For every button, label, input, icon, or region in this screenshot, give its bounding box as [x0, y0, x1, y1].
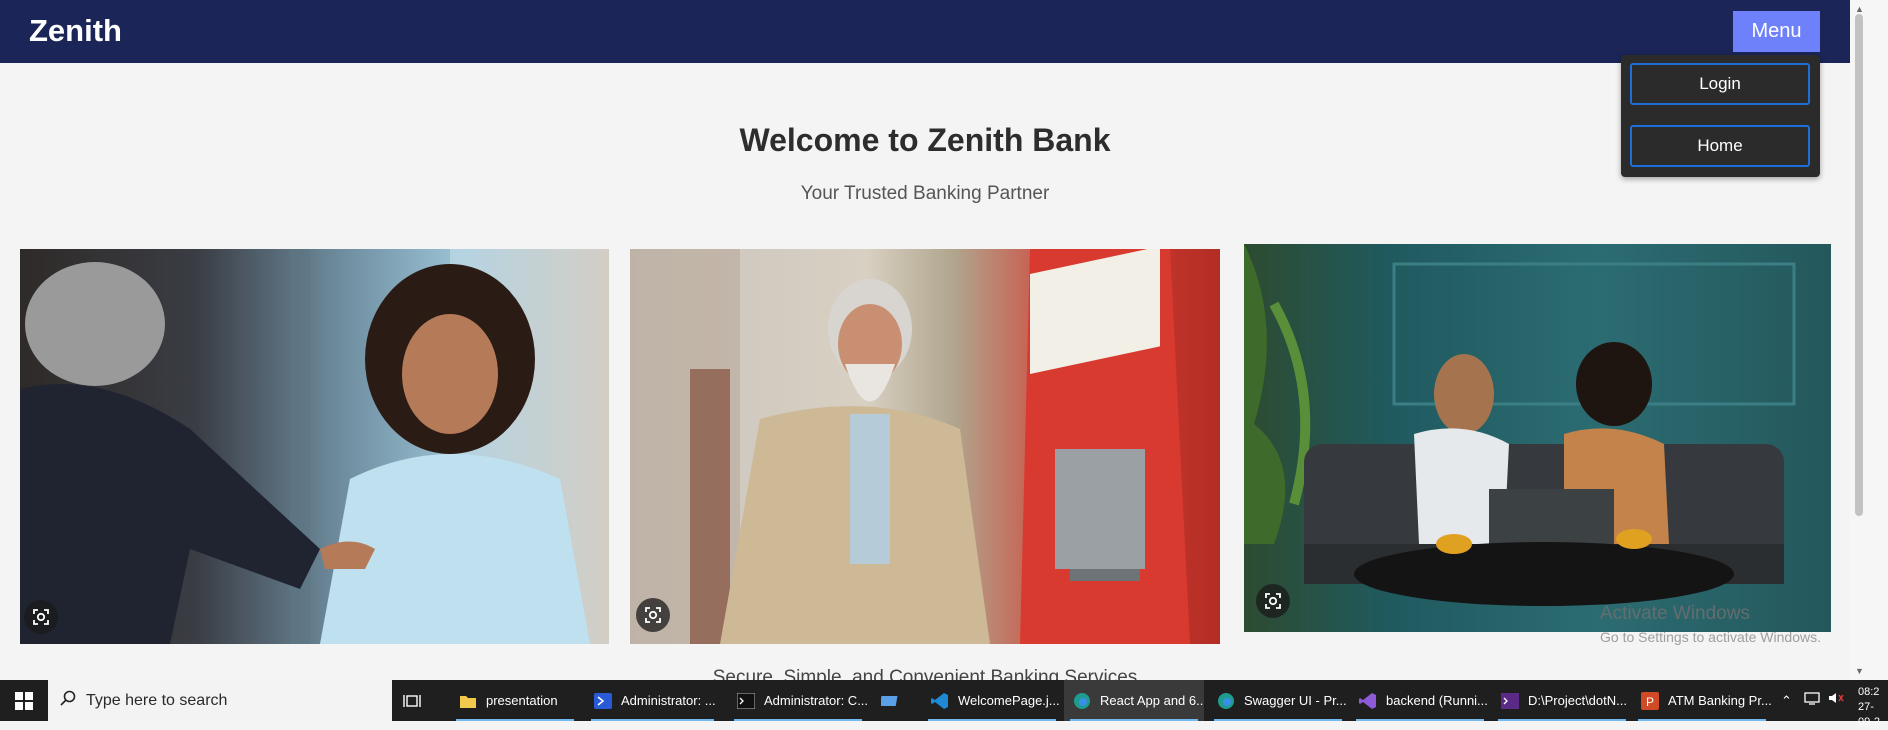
terminal-icon [1500, 691, 1520, 711]
cmd-icon [736, 691, 756, 711]
app-window-icon[interactable] [880, 680, 910, 721]
powershell-icon [593, 691, 613, 711]
search-placeholder: Type here to search [86, 691, 228, 709]
windows-taskbar: Type here to search presentation Adminis… [0, 680, 1888, 728]
page-title: Welcome to Zenith Bank [739, 122, 1111, 158]
visual-studio-icon [1358, 691, 1378, 711]
network-icon[interactable] [1804, 691, 1820, 710]
photo-atm-illustration [630, 249, 1190, 644]
taskbar-item-react-app[interactable]: React App and 6... [1064, 680, 1204, 721]
visual-search-icon[interactable] [24, 600, 58, 634]
taskbar-clock[interactable]: 08:2 27-09-2 [1858, 685, 1888, 730]
services-heading: Secure, Simple, and Convenient Banking S… [712, 667, 1138, 680]
folder-icon [458, 691, 478, 711]
task-view-icon[interactable] [402, 680, 432, 721]
taskbar-item-powershell[interactable]: Administrator: ... [585, 680, 720, 721]
visual-search-icon[interactable] [1256, 584, 1290, 618]
vscode-icon [930, 691, 950, 711]
edge-icon [1216, 691, 1236, 711]
page-tagline: Your Trusted Banking Partner [800, 183, 1050, 204]
scroll-down-arrow-icon[interactable]: ▼ [1855, 666, 1867, 676]
menu-button[interactable]: Menu [1733, 11, 1820, 52]
taskbar-item-powerpoint[interactable]: P ATM Banking Pr... [1632, 680, 1772, 721]
taskbar-item-terminal[interactable]: D:\Project\dotN... [1492, 680, 1632, 721]
taskbar-item-vscode[interactable]: WelcomePage.j... [922, 680, 1062, 721]
browser-viewport: Zenith Menu Login Home Welcome to Zenith… [0, 0, 1850, 680]
clock-time: 08:2 [1858, 686, 1880, 698]
edge-icon [1072, 691, 1092, 711]
taskbar-item-presentation[interactable]: presentation [450, 680, 580, 721]
brand-logo[interactable]: Zenith [29, 13, 122, 49]
taskbar-item-swagger[interactable]: Swagger UI - Pr... [1208, 680, 1348, 721]
photo-atm [630, 249, 1220, 644]
photo-handshake-illustration [20, 249, 609, 644]
volume-muted-icon[interactable] [1828, 691, 1844, 710]
photo-meeting-illustration [1244, 244, 1796, 606]
search-icon [60, 690, 76, 711]
photo-handshake [20, 249, 609, 644]
photo-meeting [1244, 244, 1831, 632]
clock-date: 27-09-2 [1858, 701, 1881, 728]
windows-start-icon[interactable] [0, 680, 48, 721]
scrollbar-thumb[interactable] [1855, 14, 1863, 516]
taskbar-item-cmd[interactable]: Administrator: C... [728, 680, 868, 721]
svg-text:P: P [1646, 695, 1654, 709]
powerpoint-icon: P [1640, 691, 1660, 711]
chevron-up-icon[interactable]: ⌃ [1781, 693, 1792, 709]
visual-search-icon[interactable] [636, 598, 670, 632]
activate-windows-title: Activate Windows [1600, 603, 1750, 624]
taskbar-search-input[interactable]: Type here to search [48, 680, 392, 721]
navbar: Zenith Menu [0, 0, 1850, 63]
activate-windows-subtitle: Go to Settings to activate Windows. [1600, 629, 1821, 645]
scroll-up-arrow-icon[interactable]: ▲ [1855, 4, 1867, 14]
taskbar-item-backend[interactable]: backend (Runni... [1350, 680, 1490, 721]
login-button[interactable]: Login [1630, 63, 1810, 105]
